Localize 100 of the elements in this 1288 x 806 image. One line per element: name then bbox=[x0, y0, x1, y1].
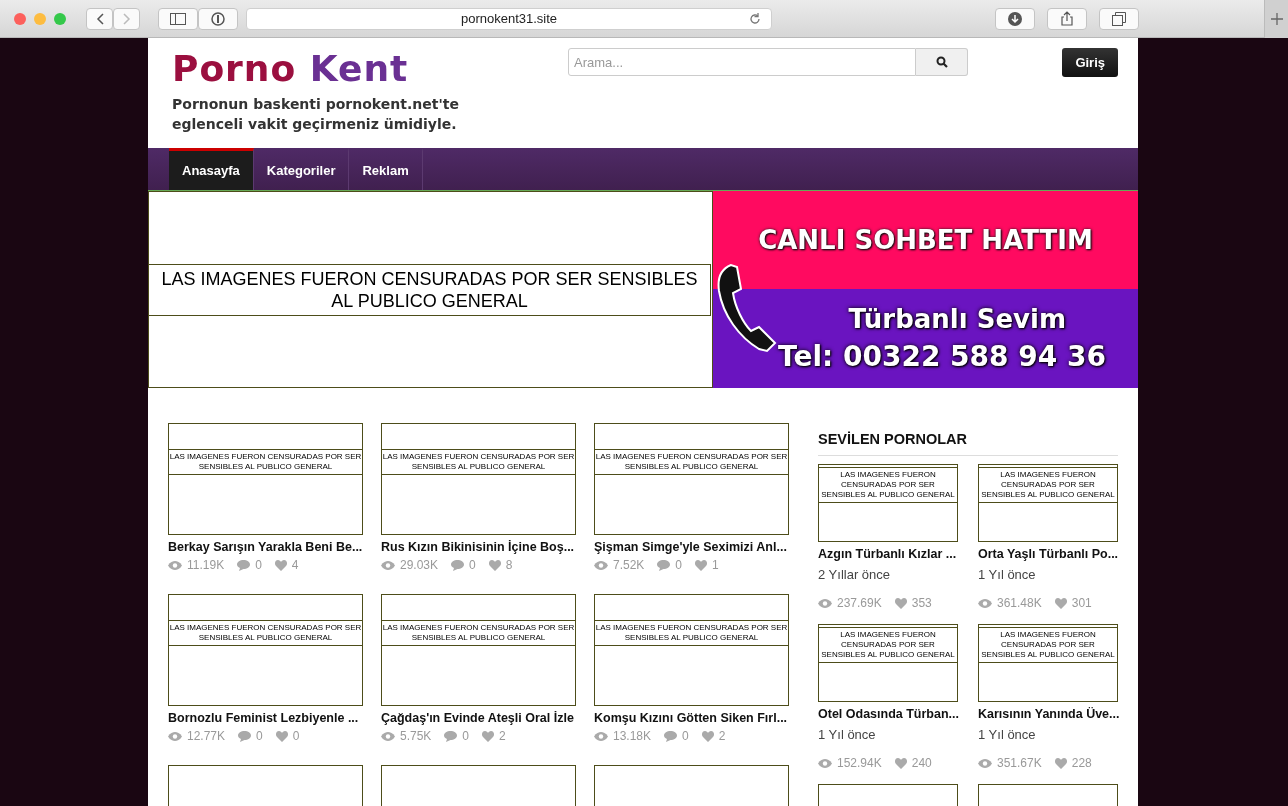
reload-icon[interactable] bbox=[749, 12, 761, 25]
like-count: 301 bbox=[1071, 596, 1092, 610]
tabs-icon bbox=[1112, 11, 1126, 26]
video-title[interactable]: Bornozlu Feminist Lezbiyenle ... bbox=[168, 711, 363, 725]
sidebar-button[interactable] bbox=[158, 7, 198, 30]
video-thumbnail[interactable]: LAS IMAGENES FUERON CENSURADAS POR SER SENSIBLES AL PUBLICO GENERAL bbox=[594, 423, 789, 535]
comment-count: 0 bbox=[469, 558, 476, 572]
tagline: Pornonun baskenti pornokent.net'te eglenceli vakit geçirmeniz ümidiyle. bbox=[172, 95, 460, 134]
chevron-right-icon bbox=[122, 12, 131, 25]
video-thumbnail[interactable]: LAS IMAGENES FUERON CENSURADAS POR SER SENSIBLES AL PUBLICO GENERAL bbox=[168, 423, 363, 535]
back-button[interactable] bbox=[86, 7, 113, 30]
like-count: 353 bbox=[911, 596, 932, 610]
censored-notice: LAS IMAGENES FUERON CENSURADAS POR SER SENSIBLES AL PUBLICO GENERAL bbox=[819, 627, 957, 663]
view-count: 7.52K bbox=[613, 558, 645, 572]
censored-notice: LAS IMAGENES FUERON CENSURADAS POR SER SENSIBLES AL PUBLICO GENERAL bbox=[595, 449, 788, 475]
video-thumbnail[interactable]: LAS IMAGENES FUERON CENSURADAS POR SER SENSIBLES AL PUBLICO GENERAL bbox=[594, 594, 789, 706]
share-button[interactable] bbox=[1047, 7, 1087, 30]
heart-icon bbox=[482, 730, 495, 742]
upload-age: 1 Yıl önce bbox=[978, 727, 1037, 742]
ad-phone: Tel: 00322 588 94 36 bbox=[778, 340, 1106, 373]
video-title[interactable]: Orta Yaşlı Türbanlı Po... bbox=[978, 547, 1118, 561]
video-title[interactable]: Azgın Türbanlı Kızlar ... bbox=[818, 547, 958, 561]
nav-tab[interactable]: Kategoriler bbox=[253, 148, 350, 190]
eye-icon bbox=[818, 758, 832, 768]
info-icon bbox=[211, 11, 225, 26]
video-title[interactable]: Rus Kızın Bikinisinin İçine Boş... bbox=[381, 540, 576, 554]
view-count: 351.67K bbox=[997, 756, 1042, 770]
comment-icon bbox=[444, 730, 458, 742]
section-heading: SEVİLEN PORNOLAR bbox=[818, 423, 1118, 456]
censored-notice: LAS IMAGENES FUERON CENSURADAS POR SER SENSIBLES AL PUBLICO GENERAL bbox=[382, 449, 575, 475]
heart-icon bbox=[701, 730, 714, 742]
view-count: 361.48K bbox=[997, 596, 1042, 610]
eye-icon bbox=[168, 731, 182, 741]
comment-count: 0 bbox=[462, 729, 470, 743]
eye-icon bbox=[594, 731, 608, 741]
search-field[interactable]: Arama... bbox=[568, 48, 916, 76]
nav-tab[interactable]: Reklam bbox=[349, 148, 423, 190]
video-title[interactable]: Berkay Sarışın Yarakla Beni Be... bbox=[168, 540, 363, 554]
eye-icon bbox=[381, 560, 395, 570]
comment-count: 0 bbox=[255, 558, 262, 572]
nav-tab[interactable]: Anasayfa bbox=[169, 148, 254, 190]
comment-count: 0 bbox=[675, 558, 683, 572]
comment-count: 0 bbox=[256, 729, 263, 743]
login-button[interactable]: Giriş bbox=[1062, 48, 1118, 77]
censored-notice: LAS IMAGENES FUERON CENSURADAS POR SER SENSIBLES AL PUBLICO GENERAL bbox=[169, 449, 362, 475]
video-title[interactable]: Otel Odasında Türban... bbox=[818, 707, 958, 721]
search-button[interactable] bbox=[916, 48, 968, 76]
video-thumbnail[interactable]: LAS IMAGENES FUERON CENSURADAS POR SER SENSIBLES AL PUBLICO GENERAL bbox=[978, 464, 1118, 542]
upload-age: 1 Yıl önce bbox=[978, 567, 1037, 582]
eye-icon bbox=[381, 731, 395, 741]
video-thumbnail[interactable]: LAS IMAGENES FUERON CENSURADAS POR SER SENSIBLES AL PUBLICO GENERAL bbox=[381, 423, 576, 535]
censored-notice: LAS IMAGENES FUERON CENSURADAS POR SER SENSIBLES AL PUBLICO GENERAL bbox=[595, 620, 788, 646]
privacy-button[interactable] bbox=[198, 7, 238, 30]
plus-icon bbox=[1270, 12, 1283, 25]
comment-icon bbox=[451, 559, 465, 571]
comment-count: 0 bbox=[682, 729, 689, 743]
video-title[interactable]: Şişman Simge'yle Seximizi Anl... bbox=[594, 540, 789, 554]
upload-age: 1 Yıl önce bbox=[818, 727, 877, 742]
video-thumbnail[interactable]: LAS IMAGENES FUERON CENSURADAS POR SER SENSIBLES AL PUBLICO GENERAL bbox=[381, 594, 576, 706]
download-button[interactable] bbox=[995, 7, 1035, 30]
share-icon bbox=[1061, 11, 1073, 26]
video-thumbnail[interactable]: LAS IMAGENES FUERON CENSURADAS POR SER SENSIBLES AL PUBLICO GENERAL bbox=[818, 624, 958, 702]
upload-age: 2 Yıllar önce bbox=[818, 567, 892, 582]
ad-title: CANLI SOHBET HATTIM bbox=[758, 225, 1093, 255]
censored-notice: LAS IMAGENES FUERON CENSURADAS POR SER SENSIBLES AL PUBLICO GENERAL bbox=[148, 263, 711, 316]
search-icon bbox=[935, 56, 948, 68]
view-count: 29.03K bbox=[400, 558, 439, 572]
tabs-button[interactable] bbox=[1099, 7, 1139, 30]
address-bar[interactable]: pornokent31.site bbox=[246, 7, 772, 30]
heart-icon bbox=[1054, 597, 1067, 609]
comment-icon bbox=[238, 730, 252, 742]
video-title[interactable]: Çağdaş'ın Evinde Ateşli Oral İzle bbox=[381, 711, 576, 725]
like-count: 228 bbox=[1071, 756, 1092, 770]
video-thumbnail[interactable]: LAS IMAGENES FUERON CENSURADAS POR SER SENSIBLES AL PUBLICO GENERAL bbox=[168, 594, 363, 706]
view-count: 5.75K bbox=[400, 729, 432, 743]
video-thumbnail[interactable]: LAS IMAGENES FUERON CENSURADAS POR SER SENSIBLES AL PUBLICO GENERAL bbox=[978, 624, 1118, 702]
heart-icon bbox=[695, 559, 708, 571]
like-count: 240 bbox=[911, 756, 932, 770]
view-count: 152.94K bbox=[837, 756, 882, 770]
video-thumbnail[interactable]: LAS IMAGENES FUERON CENSURADAS POR SER SENSIBLES AL PUBLICO GENERAL bbox=[818, 464, 958, 542]
comment-icon bbox=[657, 559, 671, 571]
like-count: 8 bbox=[505, 558, 513, 572]
like-count: 2 bbox=[499, 729, 506, 743]
heart-icon bbox=[1054, 757, 1067, 769]
like-count: 4 bbox=[291, 558, 299, 572]
new-tab-button[interactable] bbox=[1264, 0, 1288, 38]
censored-notice: LAS IMAGENES FUERON CENSURADAS POR SER SENSIBLES AL PUBLICO GENERAL bbox=[979, 627, 1117, 663]
ad-name: Türbanlı Sevim bbox=[848, 304, 1066, 334]
video-title[interactable]: Karısının Yanında Üve... bbox=[978, 707, 1118, 721]
comment-icon bbox=[664, 730, 678, 742]
site-logo[interactable]: Porno Kent bbox=[172, 48, 568, 90]
download-icon bbox=[1008, 11, 1022, 26]
like-count: 0 bbox=[292, 729, 300, 743]
chevron-left-icon bbox=[95, 12, 104, 25]
censored-notice: LAS IMAGENES FUERON CENSURADAS POR SER SENSIBLES AL PUBLICO GENERAL bbox=[979, 467, 1117, 503]
heart-icon bbox=[275, 730, 288, 742]
view-count: 11.19K bbox=[187, 558, 225, 572]
eye-icon bbox=[168, 560, 182, 570]
heart-icon bbox=[274, 559, 287, 571]
video-title[interactable]: Komşu Kızını Götten Siken Fırl... bbox=[594, 711, 789, 725]
